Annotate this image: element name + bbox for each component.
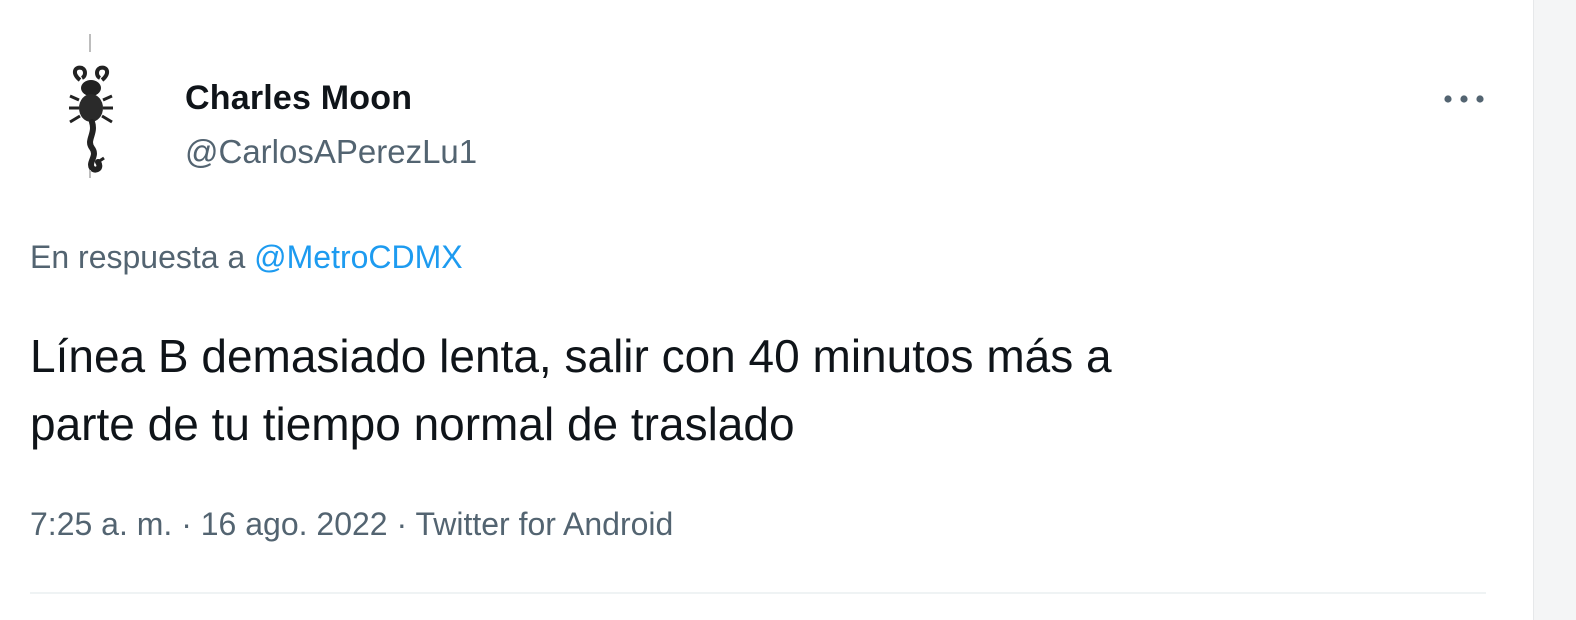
scrollbar-track[interactable]	[1533, 0, 1576, 620]
tweet-text-line: Línea B demasiado lenta, salir con 40 mi…	[30, 330, 1112, 382]
tweet-meta: 7:25 a. m. · 16 ago. 2022 · Twitter for …	[30, 503, 673, 545]
divider	[30, 592, 1486, 594]
author-block: Charles Moon @CarlosAPerezLu1	[185, 78, 477, 172]
more-options-icon	[1444, 95, 1484, 103]
scorpion-icon	[69, 34, 113, 178]
reply-context: En respuesta a @MetroCDMX	[30, 236, 463, 278]
author-display-name[interactable]: Charles Moon	[185, 78, 477, 118]
tweet-text: Línea B demasiado lenta, salir con 40 mi…	[30, 322, 1470, 458]
tweet-text-line: parte de tu tiempo normal de traslado	[30, 398, 795, 450]
tweet-date-link[interactable]: 16 ago. 2022	[201, 506, 388, 542]
tweet-source-link[interactable]: Twitter for Android	[415, 506, 673, 542]
tweet-screenshot: Charles Moon @CarlosAPerezLu1 En respues…	[0, 0, 1576, 620]
more-options-button[interactable]	[1438, 84, 1490, 114]
reply-mention-link[interactable]: @MetroCDMX	[254, 239, 463, 275]
tweet-time-link[interactable]: 7:25 a. m.	[30, 506, 172, 542]
tweet-card: Charles Moon @CarlosAPerezLu1 En respues…	[0, 0, 1530, 620]
reply-prefix: En respuesta a	[30, 239, 246, 275]
avatar[interactable]	[52, 30, 132, 180]
meta-separator: ·	[396, 506, 408, 542]
meta-separator: ·	[181, 506, 192, 542]
author-handle[interactable]: @CarlosAPerezLu1	[185, 132, 477, 172]
